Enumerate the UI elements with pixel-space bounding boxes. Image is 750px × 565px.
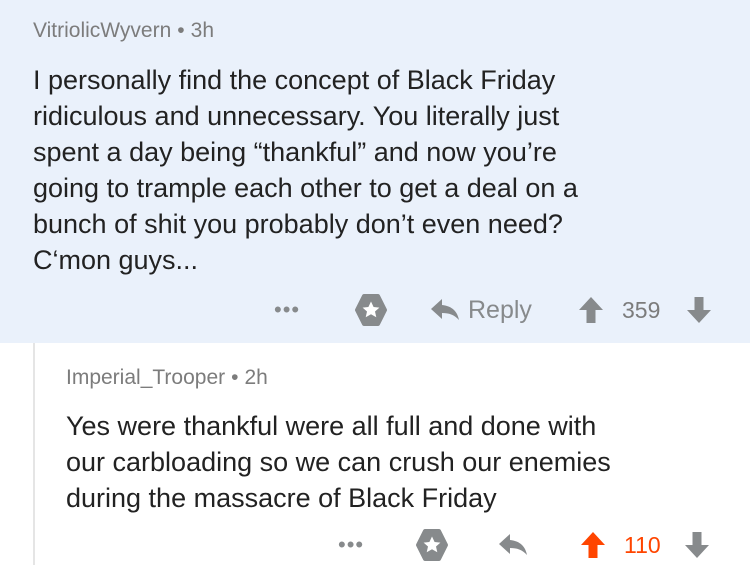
reply-button[interactable] xyxy=(498,525,528,565)
reply-age: 2h xyxy=(244,366,268,389)
upvote-button[interactable] xyxy=(580,525,606,565)
meta-separator: • xyxy=(177,19,185,42)
score-value: 359 xyxy=(622,296,661,323)
downvote-button[interactable] xyxy=(686,290,712,330)
reply-button[interactable]: Reply xyxy=(430,290,532,330)
more-button[interactable]: ••• xyxy=(274,290,300,330)
save-button[interactable] xyxy=(414,525,450,565)
comment-line: going to trample each other to get a dea… xyxy=(33,173,578,203)
comment-line: ridiculous and unnecessary. You literall… xyxy=(33,101,560,131)
reply-line: Yes were thankful were all full and done… xyxy=(66,411,597,441)
comment-line: spent a day being “thankful” and now you… xyxy=(33,137,557,167)
star-badge-icon xyxy=(355,294,387,326)
downvote-arrow-icon xyxy=(687,297,711,323)
comment-age: 3h xyxy=(190,19,215,42)
downvote-arrow-icon xyxy=(685,532,709,558)
reply-author[interactable]: Imperial_Trooper xyxy=(66,366,225,389)
upvote-arrow-icon xyxy=(581,532,605,558)
reply-line: our carbloading so we can crush our enem… xyxy=(66,447,611,477)
comment-meta: VitriolicWyvern • 3h xyxy=(33,19,214,43)
comment-thread: VitriolicWyvern • 3h I personally find the… xyxy=(0,0,750,565)
upvote-button[interactable] xyxy=(578,290,604,330)
more-button[interactable]: ••• xyxy=(338,525,364,565)
more-dots-icon: ••• xyxy=(274,297,301,322)
comment-line: I personally find the concept of Black F… xyxy=(33,65,556,95)
downvote-button[interactable] xyxy=(684,525,710,565)
vote-score: 359 xyxy=(622,290,660,330)
comment-line: C‘mon guys... xyxy=(33,245,199,275)
reply-meta: Imperial_Trooper • 2h xyxy=(66,366,268,390)
save-button[interactable] xyxy=(353,290,389,330)
vote-score: 110 xyxy=(624,525,661,565)
score-value: 110 xyxy=(624,531,661,558)
reply-arrow-icon xyxy=(499,534,527,555)
meta-separator: • xyxy=(231,366,239,389)
comment-highlighted: VitriolicWyvern • 3h I personally find the… xyxy=(0,0,750,343)
reply-label: Reply xyxy=(468,295,532,324)
more-dots-icon: ••• xyxy=(338,532,365,557)
star-badge-icon xyxy=(416,529,448,561)
comment-body: I personally find the concept of Black F… xyxy=(33,62,578,278)
reply-actions: ••• 110 xyxy=(0,525,750,565)
reply-body: Yes were thankful were all full and done… xyxy=(66,408,611,516)
reply-line: during the massacre of Black Friday xyxy=(66,483,497,513)
comment-actions: ••• Reply 359 xyxy=(0,290,750,330)
upvote-arrow-icon xyxy=(579,297,603,323)
reply-arrow-icon xyxy=(431,299,459,320)
comment-author[interactable]: VitriolicWyvern xyxy=(33,19,171,42)
comment-line: bunch of shit you probably don’t even ne… xyxy=(33,209,563,239)
